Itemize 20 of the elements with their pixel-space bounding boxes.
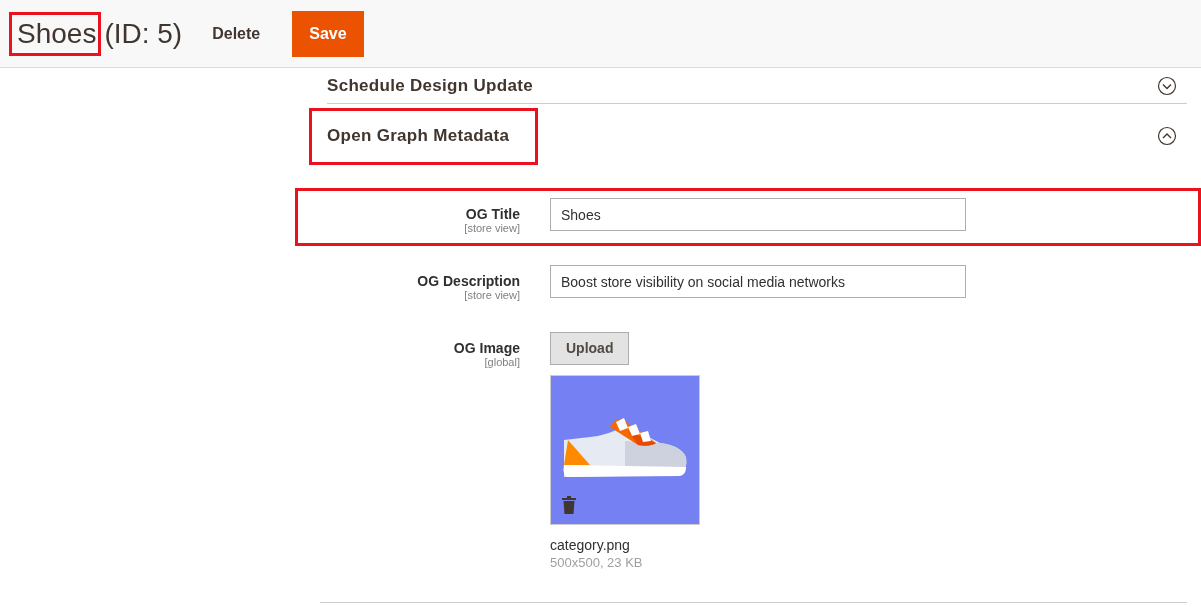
section-title[interactable]: Schedule Design Update: [327, 72, 533, 99]
page-title: Shoes: [17, 17, 97, 49]
scope-label: [store view]: [464, 289, 520, 302]
text-field[interactable]: Boost store visibility on social media networks: [550, 265, 966, 298]
field-label: OG Description: [417, 273, 520, 289]
scope-label: [global]: [484, 356, 520, 369]
field-label: OG Image: [453, 340, 520, 356]
field-label: OG Title: [465, 206, 520, 222]
upload-button[interactable]: Upload: [550, 332, 630, 365]
delete-button[interactable]: Delete: [210, 10, 263, 57]
scope-label: [store view]: [464, 222, 520, 235]
save-button[interactable]: Save: [292, 10, 364, 57]
text-field[interactable]: Shoes: [550, 198, 966, 231]
file-name: category.png: [550, 536, 630, 554]
section-title[interactable]: Open Graph Metadata: [327, 123, 510, 149]
page-id: (ID: 5): [104, 16, 183, 51]
trash-icon[interactable]: [561, 495, 577, 514]
file-info: 500x500, 23 KB: [550, 554, 643, 572]
expand-icon[interactable]: [1157, 75, 1177, 96]
collapse-icon[interactable]: [1157, 126, 1177, 146]
